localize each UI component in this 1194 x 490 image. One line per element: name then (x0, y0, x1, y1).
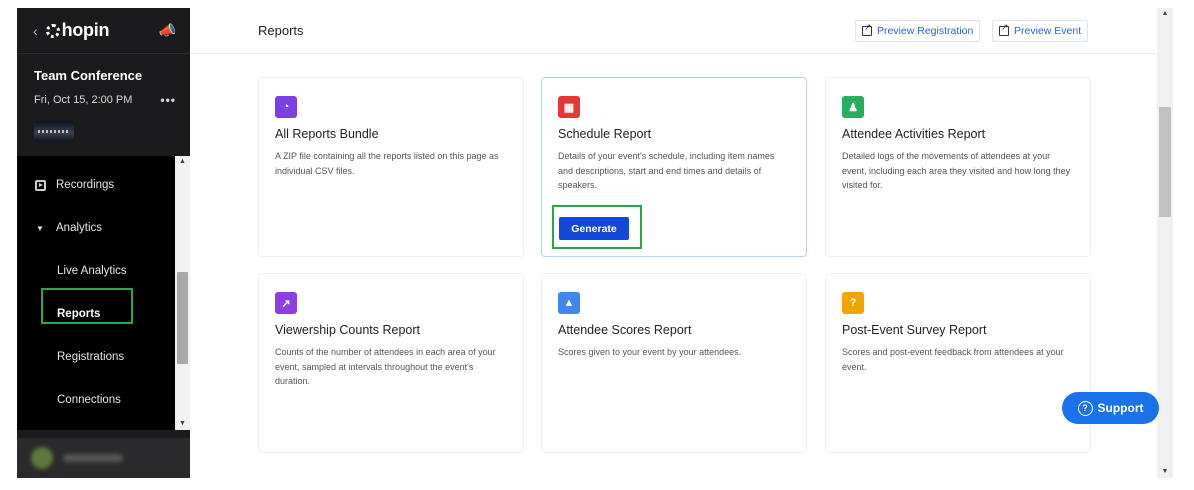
preview-registration-label: Preview Registration (877, 25, 974, 37)
card-title: Attendee Scores Report (558, 323, 692, 337)
sidebar-item-label: Analytics (56, 222, 103, 234)
card-description: A ZIP file containing all the reports li… (275, 151, 499, 176)
back-chevron-icon[interactable]: ‹ (33, 23, 38, 39)
card-description: Details of your event's schedule, includ… (558, 151, 775, 190)
card-title: Attendee Activities Report (842, 127, 986, 141)
event-date-row: Fri, Oct 15, 2:00 PM ••• (34, 93, 176, 107)
selection-highlight (41, 288, 133, 324)
preview-event-label: Preview Event (1014, 25, 1082, 37)
external-link-icon (999, 22, 1009, 36)
sidebar-item-recordings[interactable]: Recordings (17, 170, 175, 200)
user-activity-icon: ♟ (842, 96, 864, 118)
recordings-icon (34, 179, 46, 191)
sidebar-item-connections[interactable]: Connections (17, 385, 175, 415)
user-name-blurred (63, 454, 123, 462)
preview-event-button[interactable]: Preview Event (992, 20, 1089, 42)
card-description: Scores given to your event by your atten… (558, 347, 742, 357)
sidebar-scroll-thumb[interactable] (177, 272, 188, 364)
external-link-icon (862, 22, 872, 36)
sidebar-item-registrations[interactable]: Registrations (17, 342, 175, 372)
sidebar-item-label: Connections (57, 394, 121, 406)
event-info: Team Conference Fri, Oct 15, 2:00 PM ••• (17, 54, 190, 141)
report-card: ♟ Attendee Activities Report Detailed lo… (825, 77, 1091, 257)
pie-chart-icon: ◔ (275, 96, 297, 118)
user-profile[interactable] (17, 438, 190, 478)
main-scrollbar[interactable]: ▲ ▼ (1157, 8, 1173, 478)
logo-text: hopin (61, 20, 110, 40)
report-card: ? Post-Event Survey Report Scores and po… (825, 273, 1091, 453)
avatar (31, 447, 53, 469)
main-content: Reports Preview Registration Preview Eve… (190, 8, 1173, 478)
sidebar-item-analytics[interactable]: ▼ Analytics (17, 213, 175, 243)
selection-highlight: Generate (552, 205, 642, 249)
sidebar-scrollbar[interactable]: ▲ ▼ (175, 156, 190, 430)
sidebar: ‹ hopin 📣 Team Conference Fri, Oct 15, 2… (17, 8, 190, 478)
sidebar-header: ‹ hopin 📣 (17, 8, 190, 54)
card-description: Detailed logs of the movements of attend… (842, 151, 1071, 190)
scroll-up-icon[interactable]: ▲ (1157, 8, 1173, 20)
event-thumbnail (34, 121, 74, 141)
report-card: ↗ Viewership Counts Report Counts of the… (258, 273, 524, 453)
sidebar-item-live-analytics[interactable]: Live Analytics (17, 256, 175, 286)
caret-down-icon: ▼ (36, 223, 44, 233)
preview-registration-button[interactable]: Preview Registration (855, 20, 981, 42)
card-title: Post-Event Survey Report (842, 323, 987, 337)
report-card: ▦ Schedule Report Details of your event'… (541, 77, 807, 257)
card-title: Viewership Counts Report (275, 323, 420, 337)
support-label: Support (1097, 401, 1144, 415)
help-icon: ? (1077, 400, 1093, 416)
page-title: Reports (258, 23, 304, 38)
trend-icon: ↗ (275, 292, 297, 314)
sidebar-item-label: Live Analytics (57, 265, 127, 277)
main-scroll-thumb[interactable] (1159, 107, 1171, 217)
logo-mark-icon (45, 23, 60, 38)
event-title: Team Conference (34, 68, 143, 83)
report-card: ▲ Attendee Scores Report Scores given to… (541, 273, 807, 453)
megaphone-icon[interactable]: 📣 (159, 22, 176, 39)
scroll-up-icon[interactable]: ▲ (175, 156, 190, 168)
support-button[interactable]: ? Support (1062, 392, 1159, 424)
more-options-icon[interactable]: ••• (160, 93, 176, 107)
card-description: Scores and post-event feedback from atte… (842, 347, 1064, 372)
scroll-down-icon[interactable]: ▼ (1157, 466, 1173, 478)
card-title: All Reports Bundle (275, 127, 379, 141)
thumbs-up-icon: ▲ (558, 292, 580, 314)
generate-button[interactable]: Generate (559, 217, 629, 240)
event-date: Fri, Oct 15, 2:00 PM (34, 94, 133, 106)
calendar-icon: ▦ (558, 96, 580, 118)
report-card: ◔ All Reports Bundle A ZIP file containi… (258, 77, 524, 257)
card-description: Counts of the number of attendees in eac… (275, 347, 496, 386)
sidebar-item-label: Registrations (57, 351, 125, 363)
question-icon: ? (842, 292, 864, 314)
hopin-logo[interactable]: hopin (45, 20, 110, 41)
scroll-down-icon[interactable]: ▼ (175, 418, 190, 430)
app-frame: ‹ hopin 📣 Team Conference Fri, Oct 15, 2… (17, 8, 1173, 478)
card-title: Schedule Report (558, 127, 652, 141)
sidebar-item-label: Recordings (56, 179, 115, 191)
